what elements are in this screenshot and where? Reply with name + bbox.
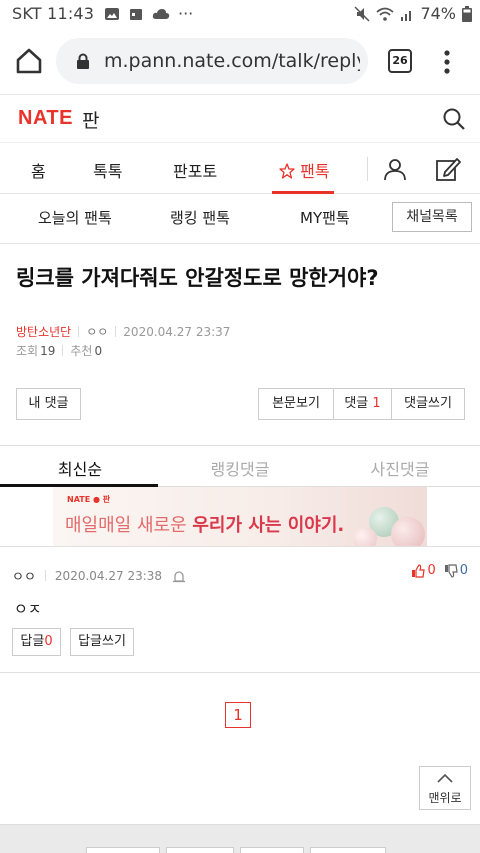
write-icon[interactable] bbox=[435, 156, 461, 182]
status-bar: SKT 11:43 ··· 74% bbox=[0, 0, 480, 30]
nav-fantalk-label: 팬톡 bbox=[300, 162, 330, 181]
comment-tabs: 최신순 랭킹댓글 사진댓글 bbox=[0, 446, 480, 487]
pagination-current[interactable]: 1 bbox=[225, 702, 251, 728]
status-more: ··· bbox=[178, 4, 194, 23]
recommend-count: 0 bbox=[94, 343, 103, 358]
url-text: m.pann.nate.com/talk/reply/vi bbox=[104, 50, 360, 72]
status-notification-icons: ··· bbox=[104, 4, 193, 23]
user-icon[interactable] bbox=[383, 157, 407, 181]
pann-logo[interactable]: 판 bbox=[82, 106, 99, 133]
channel-list-button[interactable]: 채널목록 bbox=[392, 202, 472, 232]
report-icon[interactable] bbox=[172, 569, 186, 583]
comment-votes: 0 0 bbox=[411, 563, 468, 578]
status-time: SKT 11:43 bbox=[12, 4, 95, 23]
browser-toolbar: m.pann.nate.com/talk/reply/vi 26 bbox=[0, 30, 480, 94]
back-to-top-label: 맨위로 bbox=[428, 791, 462, 805]
mute-icon bbox=[354, 5, 370, 22]
thumbs-up-icon bbox=[412, 563, 426, 578]
subnav-today-fantalk[interactable]: 오늘의 팬톡 bbox=[38, 207, 112, 228]
views-count: 19 bbox=[40, 343, 56, 358]
status-right: 74% bbox=[354, 4, 472, 23]
nav-toktok[interactable]: 톡톡 bbox=[93, 158, 122, 182]
comments-count: 1 bbox=[372, 396, 381, 411]
post-author: ㅇㅇ bbox=[86, 325, 109, 339]
reply-count: 0 bbox=[44, 634, 53, 649]
thumbs-down-icon bbox=[444, 563, 458, 578]
comment-body: ㅇㅈ bbox=[14, 600, 42, 618]
tab-photo-comments[interactable]: 사진댓글 bbox=[320, 456, 480, 480]
battery-percent: 74% bbox=[420, 4, 456, 23]
banner-text-bold: 우리가 사는 이야기. bbox=[192, 515, 345, 536]
star-icon bbox=[279, 163, 295, 179]
subnav-my-fantalk[interactable]: MY팬톡 bbox=[300, 207, 350, 228]
view-post-button[interactable]: 본문보기 bbox=[258, 388, 334, 420]
meta-separator bbox=[62, 345, 64, 356]
chevron-up-icon bbox=[437, 773, 453, 783]
tab-switcher-button[interactable]: 26 bbox=[388, 49, 412, 73]
search-icon[interactable] bbox=[442, 107, 466, 131]
subnav-ranking-fantalk[interactable]: 랭킹 팬톡 bbox=[170, 207, 230, 228]
overflow-menu-icon[interactable] bbox=[440, 48, 454, 76]
cloud-icon bbox=[152, 8, 170, 19]
nate-logo[interactable]: NATE bbox=[18, 107, 73, 130]
banner-logo: NATE ● 판 bbox=[67, 495, 111, 504]
dislike-button[interactable]: 0 bbox=[444, 563, 468, 578]
banner-pearl bbox=[353, 527, 377, 546]
footer-button[interactable] bbox=[166, 847, 234, 853]
nav-separator bbox=[367, 157, 368, 181]
back-to-top-button[interactable]: 맨위로 bbox=[419, 766, 471, 810]
promo-banner[interactable]: NATE ● 판 매일매일 새로운 우리가 사는 이야기. bbox=[53, 487, 427, 546]
post-channel[interactable]: 방탄소년단 bbox=[16, 323, 71, 340]
banner-text: 매일매일 새로운 우리가 사는 이야기. bbox=[65, 511, 344, 537]
reply-label: 답글 bbox=[20, 634, 45, 649]
comment-author: ㅇㅇ bbox=[12, 570, 36, 585]
footer-button[interactable] bbox=[310, 847, 386, 853]
write-comment-button[interactable]: 댓글쓰기 bbox=[391, 388, 465, 420]
address-bar[interactable]: m.pann.nate.com/talk/reply/vi bbox=[56, 38, 368, 84]
signal-icon bbox=[401, 10, 412, 21]
section-divider bbox=[0, 672, 480, 673]
section-divider bbox=[0, 546, 480, 547]
home-icon[interactable] bbox=[14, 46, 44, 76]
post-meta: 방탄소년단 ㅇㅇ 2020.04.27 23:37 bbox=[16, 323, 230, 340]
reply-button[interactable]: 답글0 bbox=[12, 628, 61, 656]
meta-separator bbox=[115, 326, 117, 337]
footer-button[interactable] bbox=[86, 847, 160, 853]
image-icon bbox=[105, 7, 119, 20]
comment-meta: ㅇㅇ 2020.04.27 23:38 bbox=[12, 566, 186, 585]
site-header: NATE 판 bbox=[0, 94, 480, 142]
comments-label: 댓글 bbox=[344, 396, 369, 411]
comments-button[interactable]: 댓글 1 bbox=[333, 388, 392, 420]
dislike-count: 0 bbox=[459, 563, 468, 578]
tab-ranking-comments[interactable]: 랭킹댓글 bbox=[160, 456, 320, 480]
meta-separator bbox=[78, 326, 80, 337]
lock-icon bbox=[77, 53, 89, 69]
sub-nav: 오늘의 팬톡 랭킹 팬톡 MY팬톡 채널목록 bbox=[0, 194, 480, 244]
main-nav: 홈 톡톡 판포토 팬톡 bbox=[0, 142, 480, 194]
calendar-icon bbox=[130, 8, 142, 20]
like-button[interactable]: 0 bbox=[411, 563, 436, 578]
nav-fantalk[interactable]: 팬톡 bbox=[279, 158, 330, 182]
post-datetime: 2020.04.27 23:37 bbox=[123, 324, 231, 339]
battery-icon bbox=[462, 5, 472, 22]
footer-button[interactable] bbox=[240, 847, 304, 853]
banner-pearl bbox=[391, 517, 425, 546]
post-title: 링크를 가져다줘도 안갈정도로 망한거야? bbox=[16, 266, 379, 290]
wifi-icon bbox=[376, 7, 395, 21]
banner-text-plain: 매일매일 새로운 bbox=[65, 515, 193, 536]
my-comments-button[interactable]: 내 댓글 bbox=[16, 388, 81, 420]
write-reply-button[interactable]: 답글쓰기 bbox=[70, 628, 134, 656]
comment-datetime: 2020.04.27 23:38 bbox=[54, 568, 163, 583]
footer-area bbox=[0, 824, 480, 853]
post-stats: 조회 19 추천 0 bbox=[16, 342, 102, 359]
recommend-label: 추천 bbox=[70, 344, 93, 358]
nav-pann-photo[interactable]: 판포토 bbox=[173, 158, 217, 182]
meta-separator bbox=[44, 570, 46, 581]
tab-latest[interactable]: 최신순 bbox=[0, 456, 160, 480]
like-count: 0 bbox=[427, 563, 436, 578]
nav-home[interactable]: 홈 bbox=[31, 158, 46, 182]
views-label: 조회 bbox=[16, 344, 39, 358]
